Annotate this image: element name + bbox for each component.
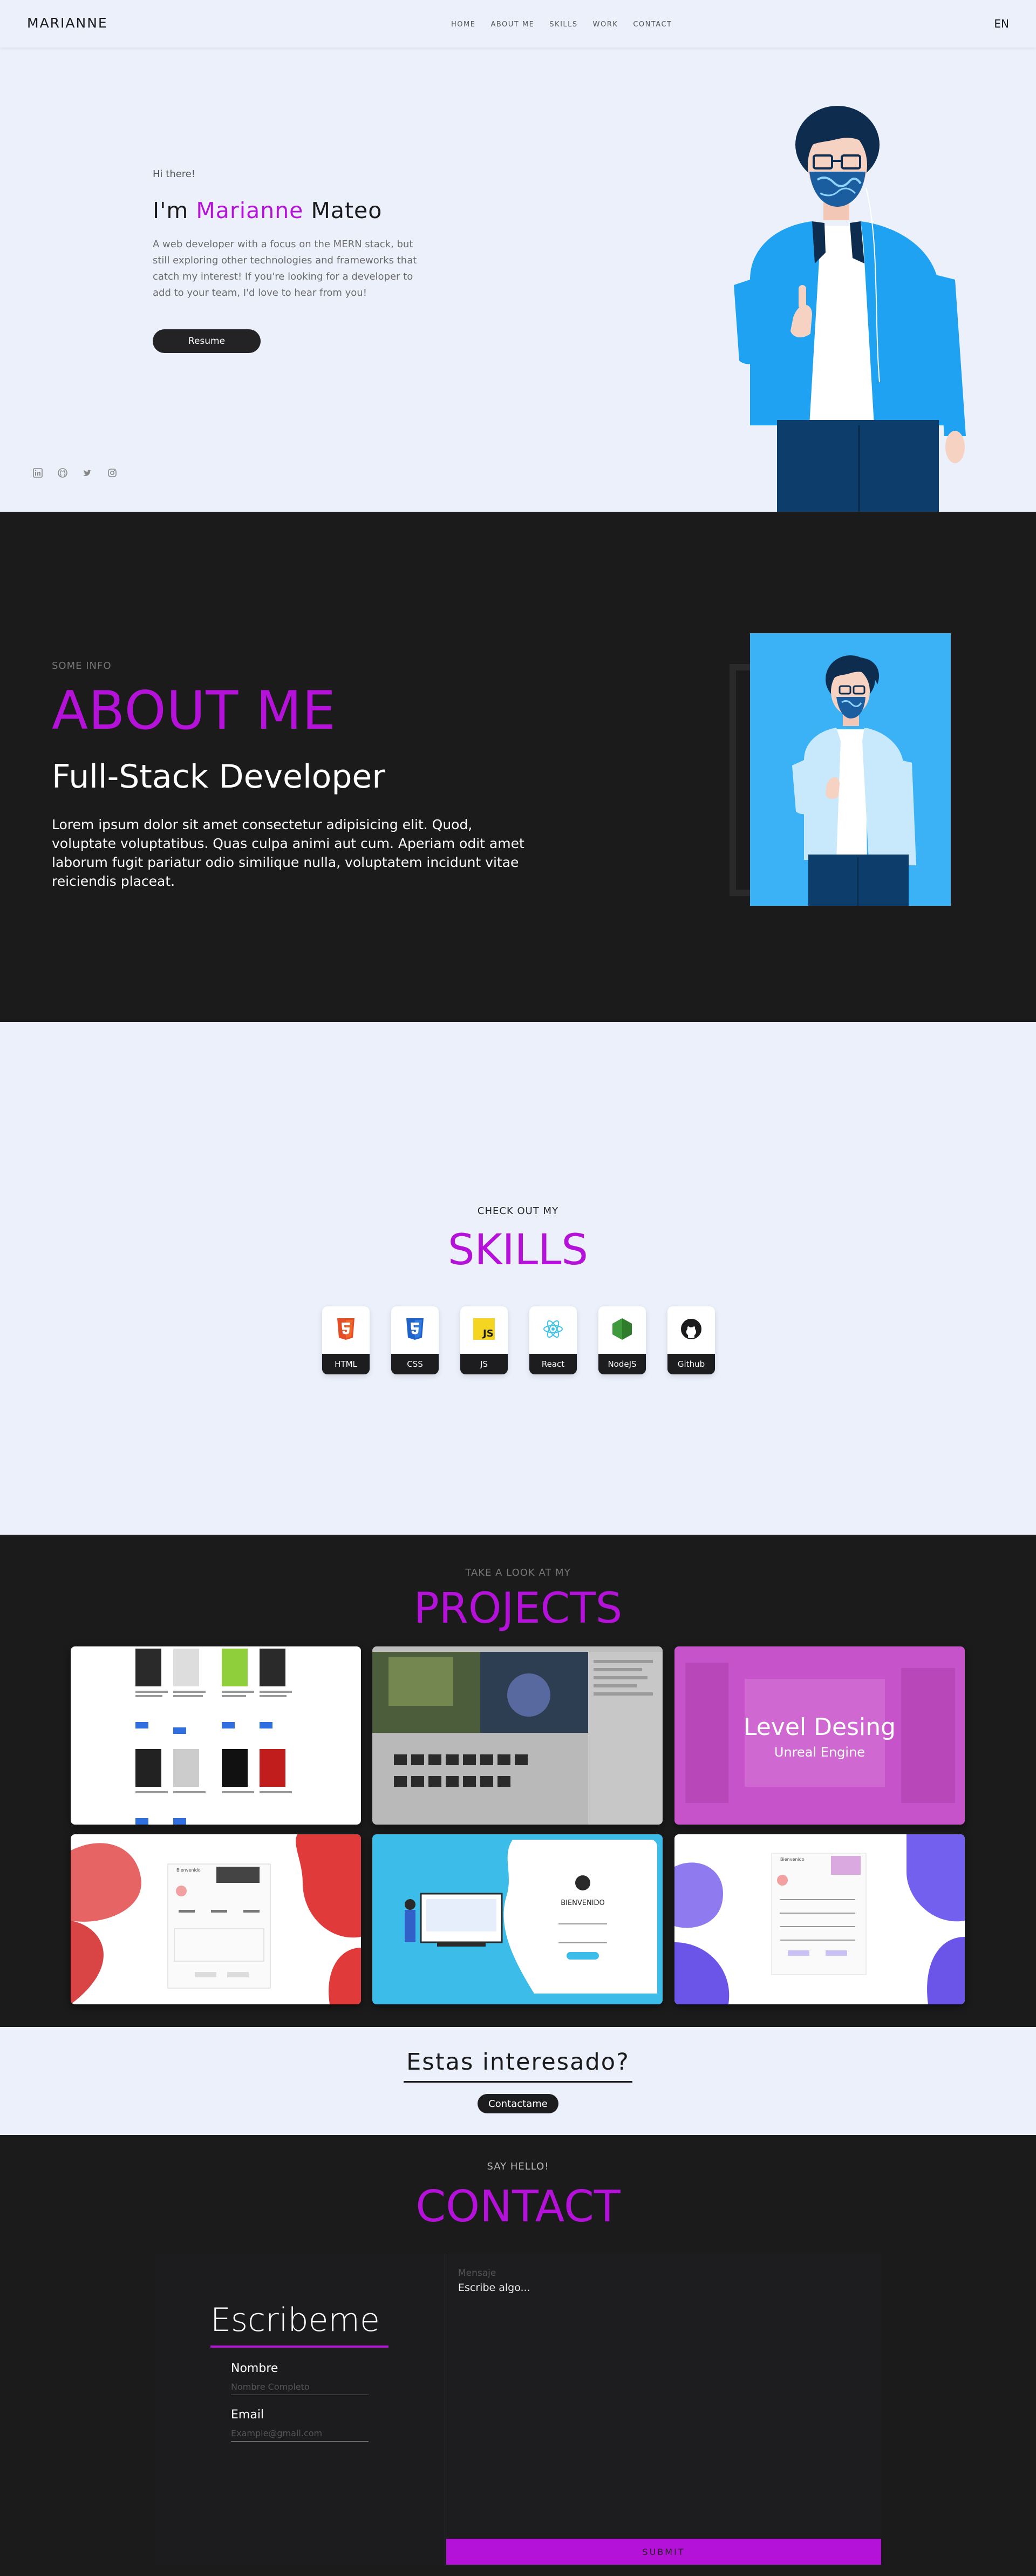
javascript-icon: JS (473, 1318, 495, 1340)
skill-card-css[interactable]: CSS (391, 1306, 439, 1374)
linkedin-icon[interactable] (32, 467, 43, 478)
about-text: Lorem ipsum dolor sit amet consectetur a… (52, 817, 524, 889)
email-label: Email (231, 2408, 264, 2422)
language-switch[interactable]: EN (994, 17, 1009, 30)
about-section: SOME INFO ABOUT ME Full-Stack Developer … (0, 512, 1036, 1022)
hero-title: I'm Marianne Mateo (153, 198, 382, 223)
skill-card-html[interactable]: HTML (322, 1306, 370, 1374)
about-title: ABOUT ME (52, 680, 336, 742)
skill-card-react[interactable]: React (529, 1306, 577, 1374)
bienvenido-bg (378, 1840, 657, 1999)
projects-section: TAKE A LOOK AT MY PROJECTS Level Desing … (0, 1535, 1036, 2027)
svg-text:JS: JS (482, 1328, 494, 1339)
skill-label: JS (460, 1354, 508, 1374)
skill-card-nodejs[interactable]: NodeJS (598, 1306, 646, 1374)
react-icon (543, 1320, 563, 1338)
skills-title: SKILLS (447, 1226, 589, 1275)
bookstore-screenshot (135, 1649, 292, 1825)
about-pretitle: SOME INFO (52, 660, 112, 672)
css3-icon (406, 1318, 424, 1340)
bienvenido-heading: BIENVENIDO (561, 1899, 605, 1907)
level-design-subtitle: Unreal Engine (774, 1745, 865, 1760)
nodejs-icon (612, 1318, 632, 1340)
contact-form: Escribeme Nombre Email Mensaje SUBMIT (155, 2254, 881, 2566)
red-form-bg (71, 1834, 361, 2004)
project-card-bookstore[interactable] (71, 1646, 361, 1825)
social-links (32, 467, 118, 478)
project-card-level-design[interactable]: Level Desing Unreal Engine (674, 1646, 965, 1825)
cta-question: Estas interesado? (406, 2049, 630, 2076)
cta-underline (404, 2081, 632, 2083)
profile-photo (750, 633, 951, 906)
contact-form-left: Escribeme Nombre Email (155, 2254, 445, 2566)
hero-title-suffix: Mateo (303, 198, 383, 223)
skill-label: Github (667, 1354, 715, 1374)
html5-icon (337, 1318, 355, 1340)
purple-form-heading: Bienvenido (780, 1857, 805, 1862)
submit-button[interactable]: SUBMIT (446, 2539, 881, 2565)
hero-description: A web developer with a focus on the MERN… (153, 239, 417, 299)
project-card-game-engine[interactable] (372, 1646, 663, 1825)
message-label: Mensaje (458, 2268, 496, 2279)
nav-link-work[interactable]: WORK (593, 21, 618, 29)
instagram-icon[interactable] (107, 467, 118, 478)
contact-pretitle: SAY HELLO! (487, 2161, 549, 2172)
engine-screenshot (372, 1646, 663, 1825)
purple-form-bg (674, 1834, 965, 2004)
skill-label: CSS (391, 1354, 439, 1374)
contact-me-button[interactable]: Contactame (478, 2094, 558, 2113)
cta-section: Estas interesado? Contactame (0, 2027, 1036, 2135)
message-field[interactable] (458, 2282, 868, 2465)
contact-card-underline (210, 2345, 388, 2348)
skill-label: NodeJS (598, 1354, 646, 1374)
hero-title-prefix: I'm (153, 198, 196, 223)
skill-card-js[interactable]: JS JS (460, 1306, 508, 1374)
contact-title: CONTACT (415, 2181, 621, 2232)
email-field[interactable] (231, 2425, 369, 2442)
nav-link-about[interactable]: ABOUT ME (490, 21, 534, 29)
github-icon[interactable] (57, 467, 68, 478)
projects-title: PROJECTS (413, 1584, 623, 1633)
level-design-title: Level Desing (743, 1713, 896, 1741)
navbar: MARIANNE HOME ABOUT ME SKILLS WORK CONTA… (0, 0, 1036, 48)
hero-title-name: Marianne (196, 198, 304, 223)
about-role: Full-Stack Developer (52, 758, 386, 796)
hero-illustration (734, 106, 966, 512)
nav-link-contact[interactable]: CONTACT (633, 21, 672, 29)
skills-list: HTML CSS JS JS React NodeJS Github (322, 1306, 715, 1374)
hero-section: Hi there! I'm Marianne Mateo A web devel… (0, 48, 1036, 512)
skills-pretitle: CHECK OUT MY (477, 1205, 559, 1217)
projects-pretitle: TAKE A LOOK AT MY (465, 1567, 571, 1578)
skills-section: CHECK OUT MY SKILLS HTML CSS JS JS React… (0, 1022, 1036, 1535)
brand-logo[interactable]: MARIANNE (27, 15, 108, 31)
project-card-purple-form[interactable]: Bienvenido (674, 1834, 965, 2004)
name-field[interactable] (231, 2379, 369, 2395)
project-card-bienvenido[interactable]: BIENVENIDO (372, 1834, 663, 2004)
skill-label: React (529, 1354, 577, 1374)
hero-greeting: Hi there! (153, 168, 196, 180)
github-icon (681, 1319, 701, 1339)
contact-card-title: Escribeme (210, 2301, 380, 2339)
skill-card-github[interactable]: Github (667, 1306, 715, 1374)
contact-section: SAY HELLO! CONTACT Escribeme Nombre Emai… (0, 2135, 1036, 2576)
resume-button[interactable]: Resume (153, 329, 261, 353)
twitter-icon[interactable] (82, 467, 93, 478)
nav-link-home[interactable]: HOME (451, 21, 475, 29)
skill-label: HTML (322, 1354, 370, 1374)
project-card-red-form[interactable]: Bienvenido (71, 1834, 361, 2004)
nav-link-skills[interactable]: SKILLS (549, 21, 577, 29)
red-form-heading: Bienvenido (176, 1868, 201, 1873)
name-label: Nombre (231, 2362, 278, 2375)
nav-links: HOME ABOUT ME SKILLS WORK CONTACT (451, 21, 672, 29)
